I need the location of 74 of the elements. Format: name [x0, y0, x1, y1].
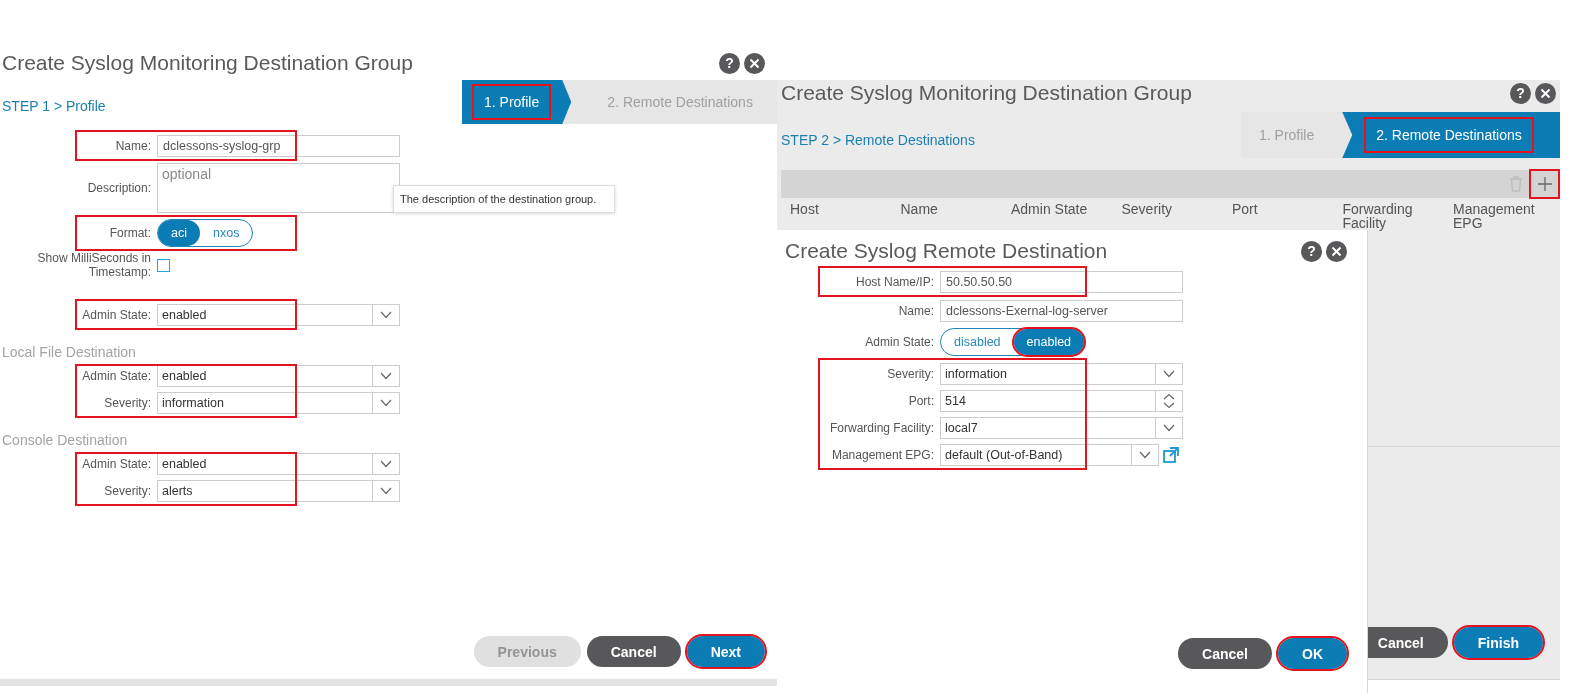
column-header: Name	[900, 202, 939, 219]
field-label: Port:	[907, 393, 935, 408]
spinner-arrows-icon	[1163, 392, 1175, 409]
wizard-step[interactable]: 2. Remote Destinations	[1342, 112, 1560, 158]
section-heading: Local File Destination	[1, 343, 137, 362]
field-label: Management EPG:	[830, 447, 935, 462]
text-area[interactable]: optional	[157, 163, 400, 213]
dropdown[interactable]: enabled	[157, 303, 400, 326]
close-icon[interactable]	[1535, 82, 1556, 104]
field-label: Severity:	[886, 366, 935, 381]
chevron-down-icon	[380, 398, 392, 407]
column-header: Management EPG	[1453, 202, 1536, 233]
dropdown[interactable]: information	[157, 391, 400, 414]
toggle-option[interactable]: aci	[158, 220, 200, 246]
dialog-button[interactable]: OK	[1278, 638, 1347, 669]
column-header: Severity	[1121, 202, 1174, 219]
dropdown[interactable]: enabled	[157, 364, 400, 387]
field-label: Admin State:	[864, 335, 935, 349]
text-field[interactable]: dclessons-syslog-grp	[157, 134, 400, 157]
dropdown[interactable]: default (Out-of-Band)	[940, 443, 1159, 466]
help-icon[interactable]: ?	[719, 52, 740, 74]
column-header: Port	[1232, 202, 1259, 219]
number-spinner[interactable]: 514	[940, 389, 1183, 412]
field-label: Admin State:	[81, 307, 152, 322]
chevron-down-icon	[1139, 450, 1151, 459]
close-icon[interactable]	[744, 52, 765, 74]
dropdown[interactable]: enabled	[157, 452, 400, 475]
text-field[interactable]: dclessons-Exernal-log-server	[940, 299, 1183, 322]
chevron-down-icon	[380, 486, 392, 495]
tooltip: The description of the destination group.	[393, 185, 615, 213]
field-label: Forwarding Facility:	[828, 420, 935, 435]
dropdown[interactable]: information	[940, 362, 1183, 385]
dropdown[interactable]: local7	[940, 416, 1183, 439]
add-button[interactable]	[1531, 171, 1558, 197]
dialog-button[interactable]: Next	[686, 636, 765, 667]
chevron-down-icon	[380, 459, 392, 468]
chevron-down-icon	[380, 310, 392, 319]
help-icon[interactable]: ?	[1510, 82, 1531, 104]
toggle-option[interactable]: nxos	[200, 220, 253, 246]
dialog-title: Create Syslog Remote Destination	[785, 239, 1108, 263]
text-field[interactable]: 50.50.50.50	[940, 270, 1183, 293]
field-label: Description:	[86, 181, 152, 195]
step-heading: STEP 2 > Remote Destinations	[780, 131, 975, 148]
field-label: Name:	[114, 138, 152, 153]
close-icon[interactable]	[1326, 240, 1347, 262]
dialog-button[interactable]: Cancel	[586, 636, 681, 667]
step-heading: STEP 1 > Profile	[1, 97, 106, 114]
field-label: Admin State:	[81, 456, 152, 471]
chevron-down-icon	[1163, 369, 1175, 378]
wizard-step[interactable]: 1. Profile	[462, 80, 572, 124]
field-label: Show MilliSeconds in Timestamp:	[36, 251, 152, 279]
column-header: Admin State	[1011, 202, 1089, 219]
section-heading: Console Destination	[1, 431, 129, 450]
toggle-option[interactable]: disabled	[941, 329, 1014, 355]
dialog-button[interactable]: Cancel	[1178, 638, 1272, 669]
field-label: Host Name/IP:	[854, 274, 935, 289]
help-icon[interactable]: ?	[1301, 240, 1322, 262]
dropdown[interactable]: alerts	[157, 479, 400, 502]
chevron-down-icon	[1163, 423, 1175, 432]
dialog-title: Create Syslog Monitoring Destination Group	[781, 81, 1192, 105]
dialog-button[interactable]: Finish	[1453, 627, 1543, 658]
column-header: Host	[790, 202, 820, 219]
toggle-option[interactable]: enabled	[1013, 329, 1085, 355]
field-label: Admin State:	[81, 368, 152, 383]
field-label: Severity:	[103, 395, 152, 410]
plus-icon	[1536, 176, 1553, 192]
field-label: Severity:	[103, 483, 152, 498]
chevron-down-icon	[380, 371, 392, 380]
external-link-icon[interactable]	[1163, 446, 1179, 463]
field-label: Format:	[108, 226, 152, 240]
dialog-title: Create Syslog Monitoring Destination Group	[2, 51, 413, 75]
checkbox[interactable]	[157, 259, 170, 272]
field-label: Name:	[897, 303, 935, 318]
column-header: Forwarding Facility	[1342, 202, 1414, 233]
